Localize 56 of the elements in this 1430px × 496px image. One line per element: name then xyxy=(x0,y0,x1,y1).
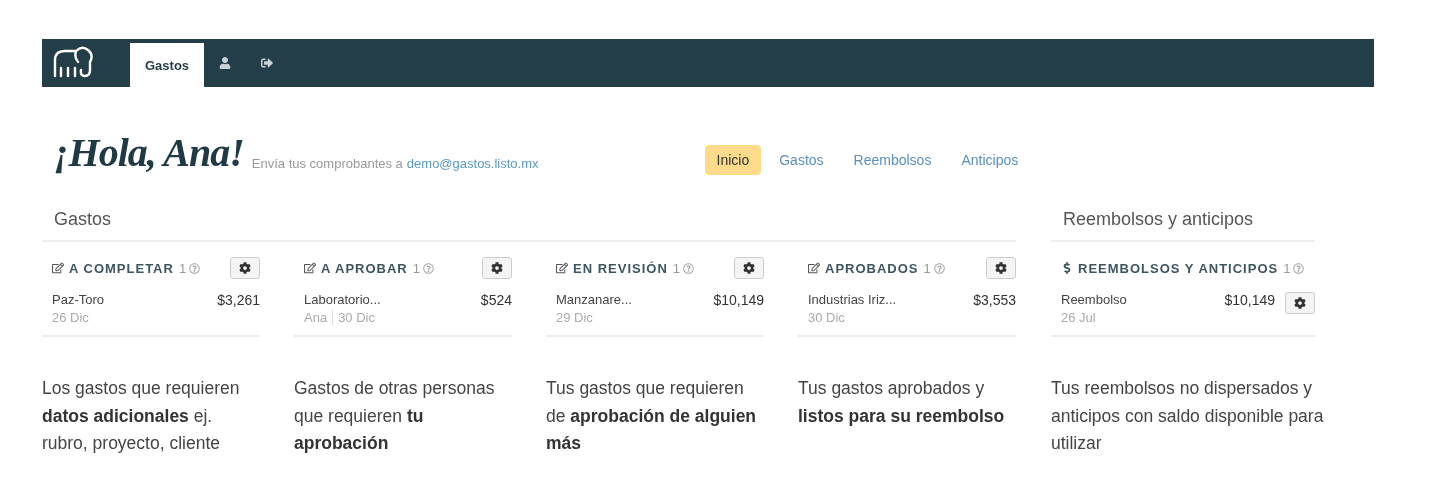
expense-amount: $10,149 xyxy=(713,292,764,308)
card-title: A APROBAR xyxy=(321,260,408,276)
gear-icon xyxy=(995,262,1007,274)
expense-amount: $3,553 xyxy=(973,292,1016,308)
card-count: 1 xyxy=(178,260,187,276)
expense-meta: 26 Jul xyxy=(1061,310,1096,325)
card-title: APROBADOS xyxy=(825,260,919,276)
gear-icon xyxy=(491,262,503,274)
settings-button[interactable] xyxy=(482,257,512,279)
card-count: 1 xyxy=(1283,260,1291,276)
card-count: 1 xyxy=(672,260,681,276)
card-title: A COMPLETAR xyxy=(69,260,174,276)
expense-amount: $10,149 xyxy=(1224,292,1275,308)
greeting-title: ¡Hola, Ana! xyxy=(54,133,244,173)
menu-item[interactable]: Anticipos xyxy=(949,145,1031,175)
expense-name: Industrias Iriz... xyxy=(808,292,897,307)
email-link[interactable]: demo@gastos.listo.mx xyxy=(406,156,539,171)
expense-name: Laboratorio... xyxy=(304,292,381,307)
gear-icon xyxy=(743,262,755,274)
card-count: 1 xyxy=(923,260,931,276)
gear-icon xyxy=(239,262,251,274)
nav-tab[interactable]: Gastos xyxy=(130,43,205,87)
card-description: Tus gastos aprobados y listos para su reembolso xyxy=(798,377,1006,428)
expense-name: Paz-Toro xyxy=(52,292,105,307)
card-description: Tus gastos que requieren de aprobación de alguien más xyxy=(546,377,758,455)
edit-icon xyxy=(304,262,316,274)
expense-meta: 30 Dic xyxy=(808,310,845,325)
card-description: Gastos de otras personas que requieren tu aprobación xyxy=(294,377,496,455)
card-description: Tus reembolsos no dispersados y anticipos con saldo disponible para utilizar xyxy=(1051,377,1325,455)
edit-icon xyxy=(556,262,568,274)
settings-button[interactable] xyxy=(986,257,1016,279)
expense-meta: Ana xyxy=(304,310,328,325)
card-title: REEMBOLSOS Y ANTICIPOS xyxy=(1078,260,1279,276)
expense-meta: 26 Dic xyxy=(52,310,89,325)
card-description: Los gastos que requieren datos adicionales ej. rubro, proyecto, cliente xyxy=(42,377,241,455)
expense-amount: $524 xyxy=(480,292,512,308)
edit-icon xyxy=(52,262,64,274)
menu-item[interactable]: Reembolsos xyxy=(841,145,944,175)
menu-item[interactable]: Gastos xyxy=(767,145,836,175)
section-title: Reembolsos y anticipos xyxy=(1051,209,1315,242)
settings-button[interactable] xyxy=(230,257,260,279)
settings-button[interactable] xyxy=(734,257,764,279)
dollar-icon xyxy=(1061,262,1073,274)
card-title: EN REVISIÓN xyxy=(573,260,668,276)
menu-item[interactable]: Inicio xyxy=(704,145,762,175)
expense-name: Manzanare... xyxy=(556,292,632,307)
section-title: Gastos xyxy=(42,209,1016,242)
expense-name: Reembolso xyxy=(1061,292,1127,307)
expense-amount: $3,261 xyxy=(217,292,260,308)
expense-meta: 29 Dic xyxy=(556,310,593,325)
settings-button[interactable] xyxy=(1285,292,1315,314)
card-count: 1 xyxy=(412,260,420,276)
edit-icon xyxy=(808,262,820,274)
greeting-subtitle: Envía tus comprobantes a xyxy=(251,156,403,171)
gear-icon xyxy=(1294,297,1306,309)
expense-meta: 30 Dic xyxy=(332,310,375,325)
